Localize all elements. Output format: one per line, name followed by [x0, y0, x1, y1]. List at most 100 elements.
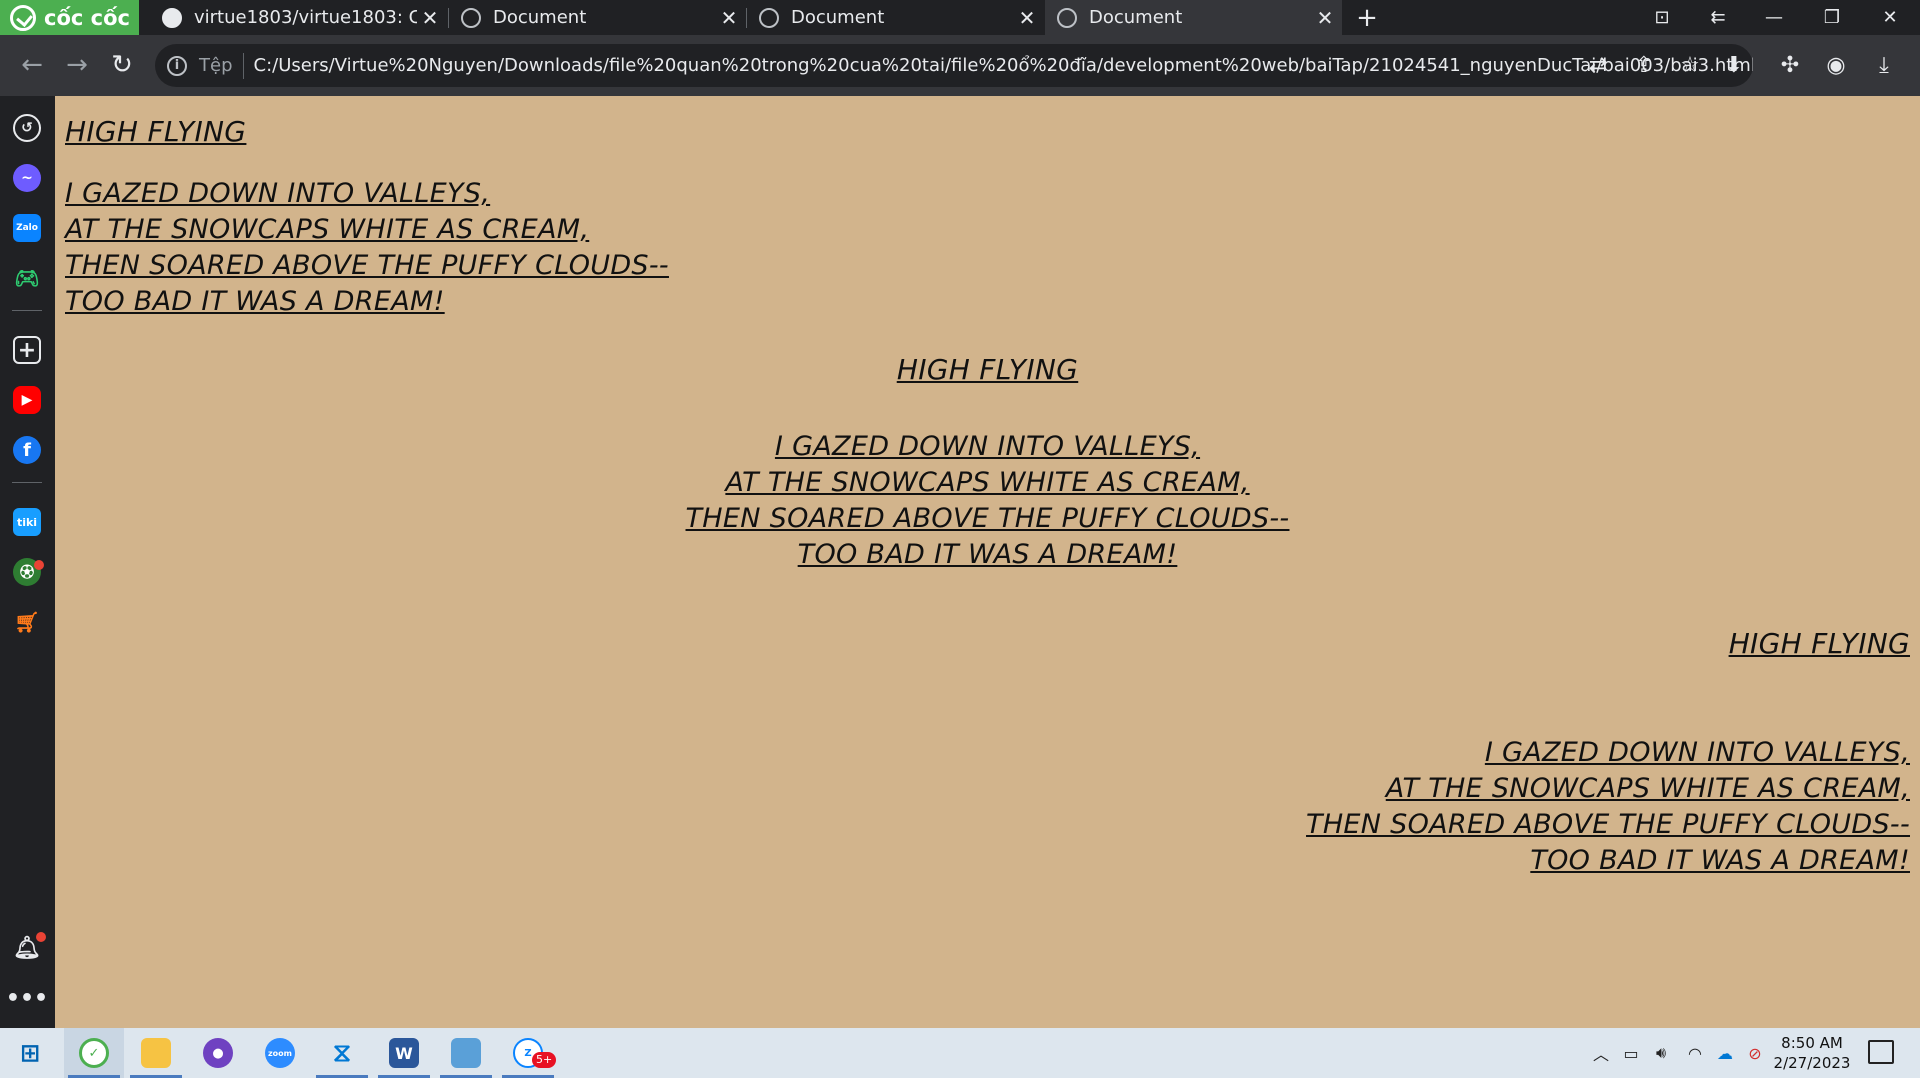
url-text[interactable]: C:/Users/Virtue%20Nguyen/Downloads/file%…: [254, 55, 1754, 76]
browser-menu-button[interactable]: cốc cốc: [0, 0, 139, 35]
github-desktop-icon: ●: [203, 1038, 233, 1068]
poem-right-aligned: HIGH FLYING I GAZED DOWN INTO VALLEYS, A…: [1306, 626, 1910, 879]
poem-line: AT THE SNOWCAPS WHITE AS CREAM,: [725, 467, 1250, 498]
tab-github[interactable]: virtue1803/virtue1803: Confi ✕: [150, 0, 447, 35]
downloads-icon[interactable]: ⤓: [1864, 47, 1904, 83]
security-alert-icon[interactable]: ⊘: [1744, 1042, 1766, 1064]
poem-title: HIGH FLYING: [1728, 627, 1910, 660]
unread-badge: 5+: [532, 1052, 557, 1068]
taskbar-control-panel[interactable]: [436, 1028, 496, 1078]
action-center-icon[interactable]: [1868, 1040, 1894, 1064]
taskbar-word[interactable]: W: [374, 1028, 434, 1078]
profile-icon[interactable]: ◉: [1816, 47, 1856, 83]
poem-line: AT THE SNOWCAPS WHITE AS CREAM,: [65, 214, 590, 245]
restore-icon[interactable]: ❐: [1804, 0, 1860, 35]
zalo-icon[interactable]: Zalo: [13, 214, 41, 242]
windows-taskbar: ⊞ ✓ ● zoom ⧖ W Z 5+ ︿ ▭ 🔊︎ ◠ ☁ ⊘ 8:50 AM…: [0, 1028, 1920, 1078]
poem-line: THEN SOARED ABOVE THE PUFFY CLOUDS--: [1306, 809, 1910, 840]
poem-line: I GAZED DOWN INTO VALLEYS,: [65, 178, 491, 209]
reload-icon[interactable]: ↻: [102, 45, 142, 85]
poem-title: HIGH FLYING: [65, 115, 247, 148]
tab-title: Document: [493, 7, 587, 28]
share-icon[interactable]: ⇪: [1626, 47, 1662, 83]
windows-logo-icon: ⊞: [19, 1039, 41, 1067]
poem-line: TOO BAD IT WAS A DREAM!: [797, 539, 1178, 570]
messenger-icon[interactable]: ~: [13, 164, 41, 192]
chevron-up-icon[interactable]: ︿: [1590, 1042, 1612, 1064]
extensions-icon[interactable]: ✣: [1770, 47, 1810, 83]
tab-title: Document: [791, 7, 885, 28]
minimize-icon[interactable]: —: [1746, 0, 1802, 35]
clock-date: 2/27/2023: [1773, 1054, 1851, 1072]
browser-brand: cốc cốc: [44, 5, 130, 30]
sidebar-separator: [12, 310, 42, 311]
tab-search-icon[interactable]: ⊡: [1634, 0, 1690, 35]
start-button[interactable]: ⊞: [0, 1028, 60, 1078]
poem-line: THEN SOARED ABOVE THE PUFFY CLOUDS--: [685, 503, 1290, 534]
battery-icon[interactable]: ▭: [1620, 1042, 1642, 1064]
omnibox-divider: [242, 52, 244, 79]
onedrive-icon[interactable]: ☁: [1714, 1042, 1736, 1064]
tab-title: virtue1803/virtue1803: Confi: [194, 7, 417, 28]
address-bar[interactable]: i Tệp C:/Users/Virtue%20Nguyen/Downloads…: [155, 44, 1753, 87]
tab-title: Document: [1089, 7, 1183, 28]
sidebar-separator: [12, 482, 42, 483]
control-panel-icon: [451, 1038, 481, 1068]
tab-switch-icon[interactable]: ⇇: [1690, 0, 1746, 35]
tab-document-active[interactable]: Document ✕: [1045, 0, 1342, 35]
tab-strip: cốc cốc virtue1803/virtue1803: Confi ✕ D…: [0, 0, 1920, 35]
poem-line: AT THE SNOWCAPS WHITE AS CREAM,: [1385, 773, 1910, 804]
browser-sidebar: ↺ ~ Zalo 🎮︎ + ▶ f tiki ⚽︎ 🛒︎ 🔔︎ •••: [0, 96, 55, 1028]
game-icon[interactable]: 🎮︎: [13, 264, 41, 292]
youtube-icon[interactable]: ▶: [13, 386, 41, 414]
taskbar-zoom[interactable]: zoom: [250, 1028, 310, 1078]
page-viewport: HIGH FLYING I GAZED DOWN INTO VALLEYS, A…: [55, 96, 1920, 1028]
file-explorer-icon: [141, 1038, 171, 1068]
system-clock[interactable]: 8:50 AM 2/27/2023: [1766, 1033, 1858, 1073]
close-icon[interactable]: ✕: [1014, 6, 1040, 30]
shopping-icon[interactable]: 🛒︎: [13, 608, 41, 636]
info-icon[interactable]: i: [167, 55, 187, 76]
taskbar-vscode[interactable]: ⧖: [312, 1028, 372, 1078]
coccoc-icon: ✓: [79, 1038, 109, 1068]
vscode-icon: ⧖: [332, 1037, 352, 1068]
word-icon: W: [389, 1038, 419, 1068]
notification-dot: [34, 560, 44, 570]
github-icon: [162, 7, 182, 28]
history-icon[interactable]: ↺: [13, 114, 41, 142]
taskbar-github-desktop[interactable]: ●: [188, 1028, 248, 1078]
poem-line: TOO BAD IT WAS A DREAM!: [1530, 845, 1910, 876]
close-icon[interactable]: ✕: [417, 6, 443, 30]
clock-time: 8:50 AM: [1781, 1034, 1843, 1052]
poem-title: HIGH FLYING: [896, 353, 1079, 386]
poem-line: I GAZED DOWN INTO VALLEYS,: [774, 431, 1201, 462]
window-close-icon[interactable]: ✕: [1862, 0, 1918, 35]
facebook-icon[interactable]: f: [13, 436, 41, 464]
taskbar-zalo[interactable]: Z 5+: [498, 1028, 558, 1078]
more-icon[interactable]: •••: [6, 984, 48, 1012]
bookmark-star-icon[interactable]: ☆: [1672, 47, 1708, 83]
taskbar-coccoc[interactable]: ✓: [64, 1028, 124, 1078]
tab-document-1[interactable]: Document ✕: [449, 0, 746, 35]
poem-line: TOO BAD IT WAS A DREAM!: [65, 286, 445, 317]
tiki-icon[interactable]: tiki: [13, 508, 41, 536]
tab-document-2[interactable]: Document ✕: [747, 0, 1044, 35]
forward-arrow-icon[interactable]: →: [57, 45, 97, 85]
zoom-icon: zoom: [265, 1038, 295, 1068]
new-tab-button[interactable]: +: [1352, 0, 1382, 35]
close-icon[interactable]: ✕: [1312, 6, 1338, 30]
poem-line: I GAZED DOWN INTO VALLEYS,: [1484, 737, 1910, 768]
poem-line: THEN SOARED ABOVE THE PUFFY CLOUDS--: [65, 250, 669, 281]
add-icon[interactable]: +: [13, 336, 41, 364]
page-download-icon[interactable]: ⬇: [1716, 47, 1752, 83]
poem-left-aligned: HIGH FLYING I GAZED DOWN INTO VALLEYS, A…: [65, 114, 669, 320]
coccoc-logo-icon: [10, 4, 36, 31]
globe-icon: [759, 7, 779, 28]
wifi-icon[interactable]: ◠: [1684, 1042, 1706, 1064]
volume-icon[interactable]: 🔊︎: [1650, 1042, 1672, 1064]
back-arrow-icon[interactable]: ←: [12, 45, 52, 85]
taskbar-file-explorer[interactable]: [126, 1028, 186, 1078]
close-icon[interactable]: ✕: [716, 6, 742, 30]
poem-center-aligned: HIGH FLYING I GAZED DOWN INTO VALLEYS, A…: [55, 352, 1920, 573]
translate-icon[interactable]: ⇄: [1580, 47, 1616, 83]
